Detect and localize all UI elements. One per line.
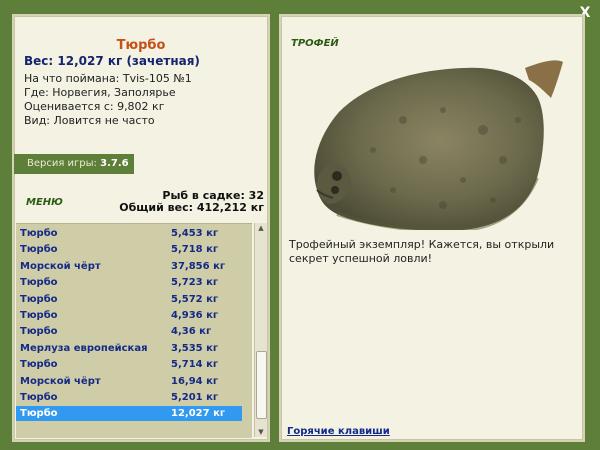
scroll-down-icon[interactable]: ▼: [255, 427, 267, 437]
frequency-text: Вид: Ловится не часто: [24, 114, 155, 127]
catch-fish-weight: 5,714 кг: [171, 359, 219, 371]
catch-fish-weight: 5,201 кг: [171, 392, 219, 403]
scroll-up-icon[interactable]: ▲: [255, 223, 267, 233]
catch-fish-weight: 5,723 кг: [171, 277, 219, 289]
catch-list-scrollbar[interactable]: ▲ ▼: [254, 223, 267, 437]
catch-fish-name: Тюрбо: [20, 408, 58, 420]
catch-fish-name: Тюрбо: [20, 244, 58, 256]
version-number: 3.7.6: [100, 158, 129, 169]
catch-list-row[interactable]: Тюрбо 4,936 кг: [16, 308, 242, 323]
catch-fish-weight: 4,36 кг: [171, 326, 212, 338]
hotkeys-link[interactable]: Горячие клавиши: [287, 426, 390, 437]
trophy-message: Трофейный экземпляр! Кажется, вы открыли…: [289, 238, 555, 265]
catch-list-row[interactable]: Морской чёрт 37,856 кг: [16, 259, 242, 274]
catch-fish-weight: 5,453 кг: [171, 228, 219, 239]
menu-button[interactable]: МЕНЮ: [26, 197, 63, 208]
catch-fish-name: Тюрбо: [20, 293, 58, 305]
catch-fish-name: Тюрбо: [20, 359, 58, 371]
catch-fish-name: Морской чёрт: [20, 375, 101, 387]
total-weight: Общий вес: 412,212 кг: [119, 201, 264, 214]
catch-list-row[interactable]: Тюрбо 5,201 кг: [16, 390, 242, 405]
catch-fish-name: Тюрбо: [20, 326, 58, 338]
catch-fish-name: Тюрбо: [20, 310, 58, 321]
catch-fish-name: Морской чёрт: [20, 260, 101, 272]
catch-list-row[interactable]: Тюрбо 12,027 кг: [16, 406, 242, 422]
catch-list-row[interactable]: Мерлуза европейская 3,535 кг: [16, 341, 242, 356]
trophy-panel: ТРОФЕЙ Трофейный экземпляр! Кажется, вы …: [279, 14, 585, 442]
catch-list-row[interactable]: Тюрбо 5,718 кг: [16, 242, 242, 257]
fish-info-panel: Тюрбо Вес: 12,027 кг (зачетная) На что п…: [12, 14, 270, 442]
turbot-fish-image: [314, 60, 563, 230]
catch-fish-weight: 16,94 кг: [171, 375, 219, 387]
catch-list-row[interactable]: Тюрбо 5,572 кг: [16, 292, 242, 307]
value-text: Оценивается с: 9,802 кг: [24, 100, 165, 113]
catch-fish-weight: 5,718 кг: [171, 244, 219, 256]
catch-fish-weight: 12,027 кг: [171, 408, 226, 420]
catch-fish-name: Тюрбо: [20, 392, 58, 403]
catch-list-row[interactable]: Тюрбо 5,714 кг: [16, 357, 242, 372]
catch-fish-weight: 5,572 кг: [171, 293, 219, 305]
catch-fish-weight: 3,535 кг: [171, 342, 219, 354]
catch-fish-name: Тюрбо: [20, 277, 58, 289]
version-bar: Версия игры: 3.7.6: [14, 154, 134, 174]
trophy-label: ТРОФЕЙ: [291, 38, 339, 49]
catch-list[interactable]: Тюрбо 5,453 кг Тюрбо 5,718 кг Морской чёрт 37…: [16, 223, 252, 438]
scroll-thumb[interactable]: [256, 351, 267, 419]
catch-list-row[interactable]: Тюрбо 5,723 кг: [16, 275, 242, 290]
catch-fish-name: Мерлуза европейская: [20, 342, 148, 354]
location-text: Где: Норвегия, Заполярье: [24, 86, 176, 99]
catch-fish-weight: 4,936 кг: [171, 310, 219, 321]
catch-list-row[interactable]: Тюрбо 4,36 кг: [16, 324, 242, 339]
catch-fish-name: Тюрбо: [20, 228, 58, 239]
catch-list-row[interactable]: Тюрбо 5,453 кг: [16, 226, 242, 241]
catch-fish-weight: 37,856 кг: [171, 260, 226, 272]
fish-weight: Вес: 12,027 кг (зачетная): [24, 54, 200, 68]
version-label: Версия игры:: [27, 158, 97, 169]
fish-name-title: Тюрбо: [116, 38, 166, 53]
caught-on-text: На что поймана: Tvis-105 №1: [24, 72, 192, 85]
keepnet-stats: Рыб в садке: 32 Общий вес: 412,212 кг: [119, 190, 264, 214]
catch-list-row[interactable]: Морской чёрт 16,94 кг: [16, 374, 242, 389]
